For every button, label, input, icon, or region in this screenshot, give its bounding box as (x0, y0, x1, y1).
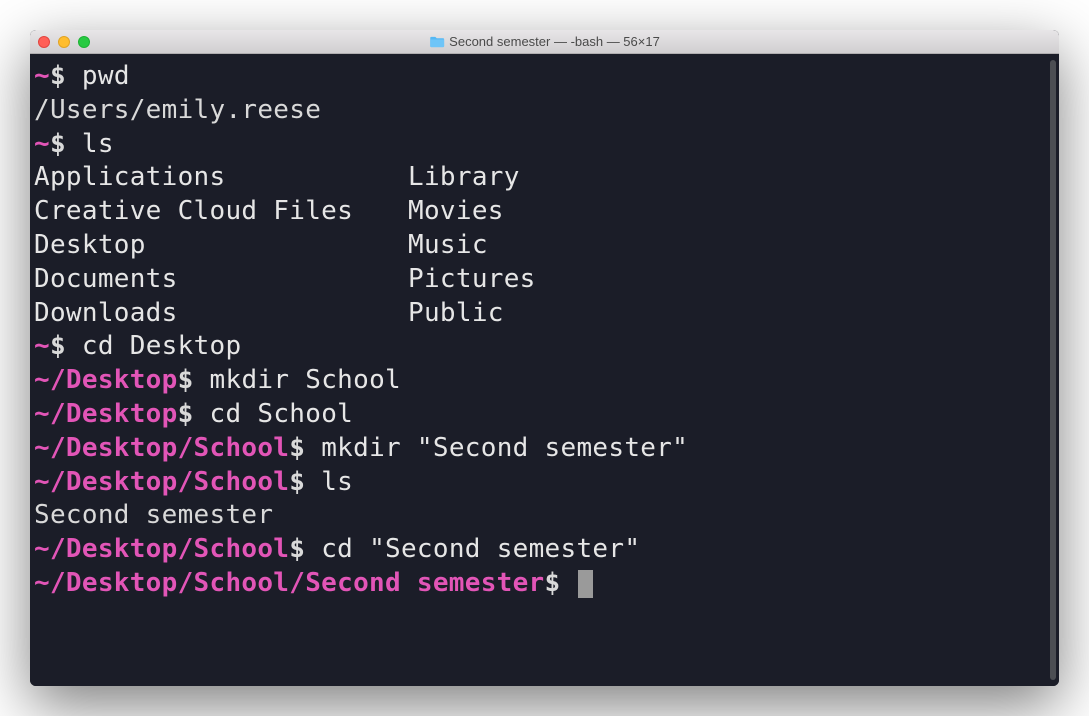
prompt-path: ~/Desktop/School (34, 467, 289, 497)
command-text: ls (82, 129, 114, 159)
terminal-line: ~/Desktop/School$ ls (34, 466, 1059, 500)
prompt-dollar: $ (178, 365, 194, 395)
command-text: mkdir School (210, 365, 401, 395)
scrollbar[interactable] (1050, 60, 1056, 680)
prompt-tilde: ~ (34, 129, 50, 159)
folder-icon (429, 36, 444, 48)
terminal-output: Second semester (34, 499, 1059, 533)
close-button[interactable] (38, 36, 50, 48)
terminal-line: ~$ ls (34, 128, 1059, 162)
prompt-dollar: $ (289, 433, 305, 463)
prompt-tilde: ~ (34, 61, 50, 91)
window-title: Second semester — -bash — 56×17 (429, 34, 660, 49)
prompt-dollar: $ (545, 568, 561, 598)
terminal-line: ~$ cd Desktop (34, 330, 1059, 364)
ls-item: Desktop (34, 229, 408, 263)
prompt-path: ~/Desktop/School (34, 433, 289, 463)
ls-output: Applications Library Creative Cloud File… (34, 161, 1059, 330)
prompt-dollar: $ (178, 399, 194, 429)
minimize-button[interactable] (58, 36, 70, 48)
command-text: ls (321, 467, 353, 497)
prompt-dollar: $ (50, 331, 66, 361)
traffic-lights (38, 36, 90, 48)
command-text: cd Desktop (82, 331, 242, 361)
prompt-dollar: $ (50, 61, 66, 91)
terminal-line: ~/Desktop$ cd School (34, 398, 1059, 432)
prompt-path: ~/Desktop/School/Second semester (34, 568, 545, 598)
prompt-dollar: $ (289, 534, 305, 564)
ls-item: Applications (34, 161, 408, 195)
cursor (578, 570, 593, 598)
command-text: cd School (210, 399, 354, 429)
ls-item: Downloads (34, 297, 408, 331)
ls-item: Creative Cloud Files (34, 195, 408, 229)
terminal-content[interactable]: ~$ pwd /Users/emily.reese ~$ ls Applicat… (30, 54, 1059, 686)
ls-item: Movies (408, 195, 1059, 229)
command-text: mkdir "Second semester" (321, 433, 688, 463)
terminal-line: ~/Desktop/School$ mkdir "Second semester… (34, 432, 1059, 466)
command-text: pwd (82, 61, 130, 91)
prompt-path: ~/Desktop (34, 399, 178, 429)
terminal-window: Second semester — -bash — 56×17 ~$ pwd /… (30, 30, 1059, 686)
prompt-path: ~/Desktop (34, 365, 178, 395)
terminal-output: /Users/emily.reese (34, 94, 1059, 128)
prompt-tilde: ~ (34, 331, 50, 361)
ls-item: Documents (34, 263, 408, 297)
prompt-dollar: $ (50, 129, 66, 159)
prompt-path: ~/Desktop/School (34, 534, 289, 564)
ls-item: Music (408, 229, 1059, 263)
fullscreen-button[interactable] (78, 36, 90, 48)
ls-item: Library (408, 161, 1059, 195)
window-titlebar[interactable]: Second semester — -bash — 56×17 (30, 30, 1059, 54)
ls-item: Pictures (408, 263, 1059, 297)
terminal-line: ~/Desktop/School/Second semester$ (34, 567, 1059, 601)
terminal-line: ~$ pwd (34, 60, 1059, 94)
command-text (66, 61, 82, 91)
command-text: cd "Second semester" (321, 534, 640, 564)
ls-item: Public (408, 297, 1059, 331)
terminal-line: ~/Desktop$ mkdir School (34, 364, 1059, 398)
terminal-line: ~/Desktop/School$ cd "Second semester" (34, 533, 1059, 567)
window-title-text: Second semester — -bash — 56×17 (449, 34, 660, 49)
scrollbar-thumb[interactable] (1050, 60, 1056, 680)
prompt-dollar: $ (289, 467, 305, 497)
